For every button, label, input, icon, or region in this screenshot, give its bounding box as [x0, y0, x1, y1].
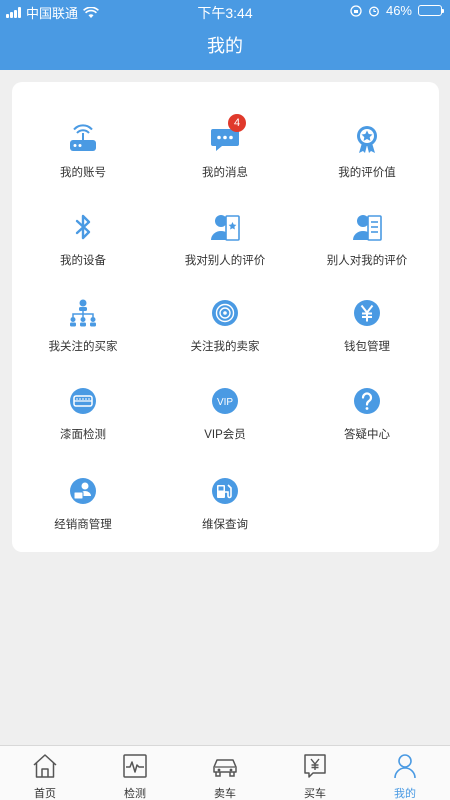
tab-inspection[interactable]: 检测 — [90, 746, 180, 800]
menu-item-reviews-of-me[interactable]: 别人对我的评价 — [296, 212, 438, 282]
menu-item-paint-check[interactable]: 漆面检测 — [12, 386, 154, 456]
house-icon — [33, 754, 57, 778]
yen-coin-icon — [354, 300, 380, 326]
car-icon — [213, 759, 237, 777]
menu-item-label: 钱包管理 — [344, 341, 390, 353]
alarm-icon — [369, 6, 379, 16]
menu-item-label: 经销商管理 — [54, 519, 112, 531]
tab-label: 检测 — [124, 788, 146, 800]
bottom-tab-bar: 首页 检测 卖车 买车 我的 — [0, 745, 450, 800]
dealer-icon — [70, 478, 96, 504]
menu-item-label: 我的评价值 — [338, 167, 396, 179]
menu-item-label: 答疑中心 — [344, 429, 390, 441]
menu-item-help[interactable]: 答疑中心 — [296, 386, 438, 456]
menu-item-label: 关注我的卖家 — [190, 341, 260, 353]
page-title: 我的 — [0, 22, 450, 70]
battery-icon — [418, 5, 444, 16]
menu-item-label: 我的消息 — [202, 167, 248, 179]
menu-item-label: 别人对我的评价 — [326, 255, 408, 267]
tab-label: 卖车 — [214, 788, 236, 800]
menu-item-account[interactable]: 我的账号 — [12, 124, 154, 194]
menu-item-dealer-management[interactable]: 经销商管理 — [12, 476, 154, 546]
target-icon — [212, 300, 238, 326]
heartbeat-monitor-icon — [123, 754, 147, 778]
menu-item-label: 维保查询 — [202, 519, 248, 531]
user-rating-card-icon — [211, 215, 240, 241]
menu-item-label: 我对别人的评价 — [184, 255, 266, 267]
bluetooth-icon — [75, 214, 91, 240]
menu-item-label: VIP会员 — [204, 429, 246, 441]
menu-item-messages[interactable]: 4 我的消息 — [154, 114, 296, 194]
tab-sell-car[interactable]: 卖车 — [180, 746, 270, 800]
vip-icon: VIP — [212, 388, 238, 414]
menu-item-devices[interactable]: 我的设备 — [12, 212, 154, 282]
org-chart-people-icon — [70, 299, 96, 327]
menu-item-followed-buyers[interactable]: 我关注的买家 — [12, 298, 154, 368]
tab-label: 买车 — [304, 788, 326, 800]
price-tag-icon — [304, 754, 326, 778]
menu-item-label: 我的账号 — [60, 167, 106, 179]
award-medal-icon — [357, 126, 377, 153]
menu-item-my-reviews[interactable]: 我对别人的评价 — [154, 212, 296, 282]
fuel-wrench-icon — [212, 478, 238, 504]
battery-percent: 46% — [385, 3, 412, 18]
paint-gauge-icon — [70, 388, 96, 414]
menu-item-label: 漆面检测 — [60, 429, 106, 441]
unread-badge: 4 — [228, 114, 246, 132]
status-bar: 中国联通 下午3:44 46% — [0, 0, 450, 22]
menu-item-label: 我的设备 — [60, 255, 106, 267]
menu-item-label: 我关注的买家 — [48, 341, 118, 353]
tab-label: 我的 — [394, 788, 416, 800]
menu-item-wallet[interactable]: 钱包管理 — [296, 298, 438, 368]
menu-card: 我的账号 4 我的消息 我的评价值 我的设备 我对别人的评价 别人对我的评价 我… — [12, 82, 439, 552]
tab-mine[interactable]: 我的 — [360, 746, 450, 800]
menu-item-sellers-following[interactable]: 关注我的卖家 — [154, 298, 296, 368]
router-account-icon — [70, 124, 96, 151]
tab-home[interactable]: 首页 — [0, 746, 90, 800]
menu-item-rating-value[interactable]: 我的评价值 — [296, 124, 438, 194]
rotation-lock-icon — [350, 4, 362, 17]
user-document-icon — [353, 215, 382, 241]
person-icon — [394, 754, 416, 779]
menu-item-maintenance-query[interactable]: 维保查询 — [154, 476, 296, 546]
question-icon — [354, 388, 380, 414]
tab-label: 首页 — [34, 788, 56, 800]
menu-item-vip[interactable]: VIP VIP会员 — [154, 386, 296, 456]
tab-buy-car[interactable]: 买车 — [270, 746, 360, 800]
vip-icon-text: VIP — [217, 397, 233, 408]
